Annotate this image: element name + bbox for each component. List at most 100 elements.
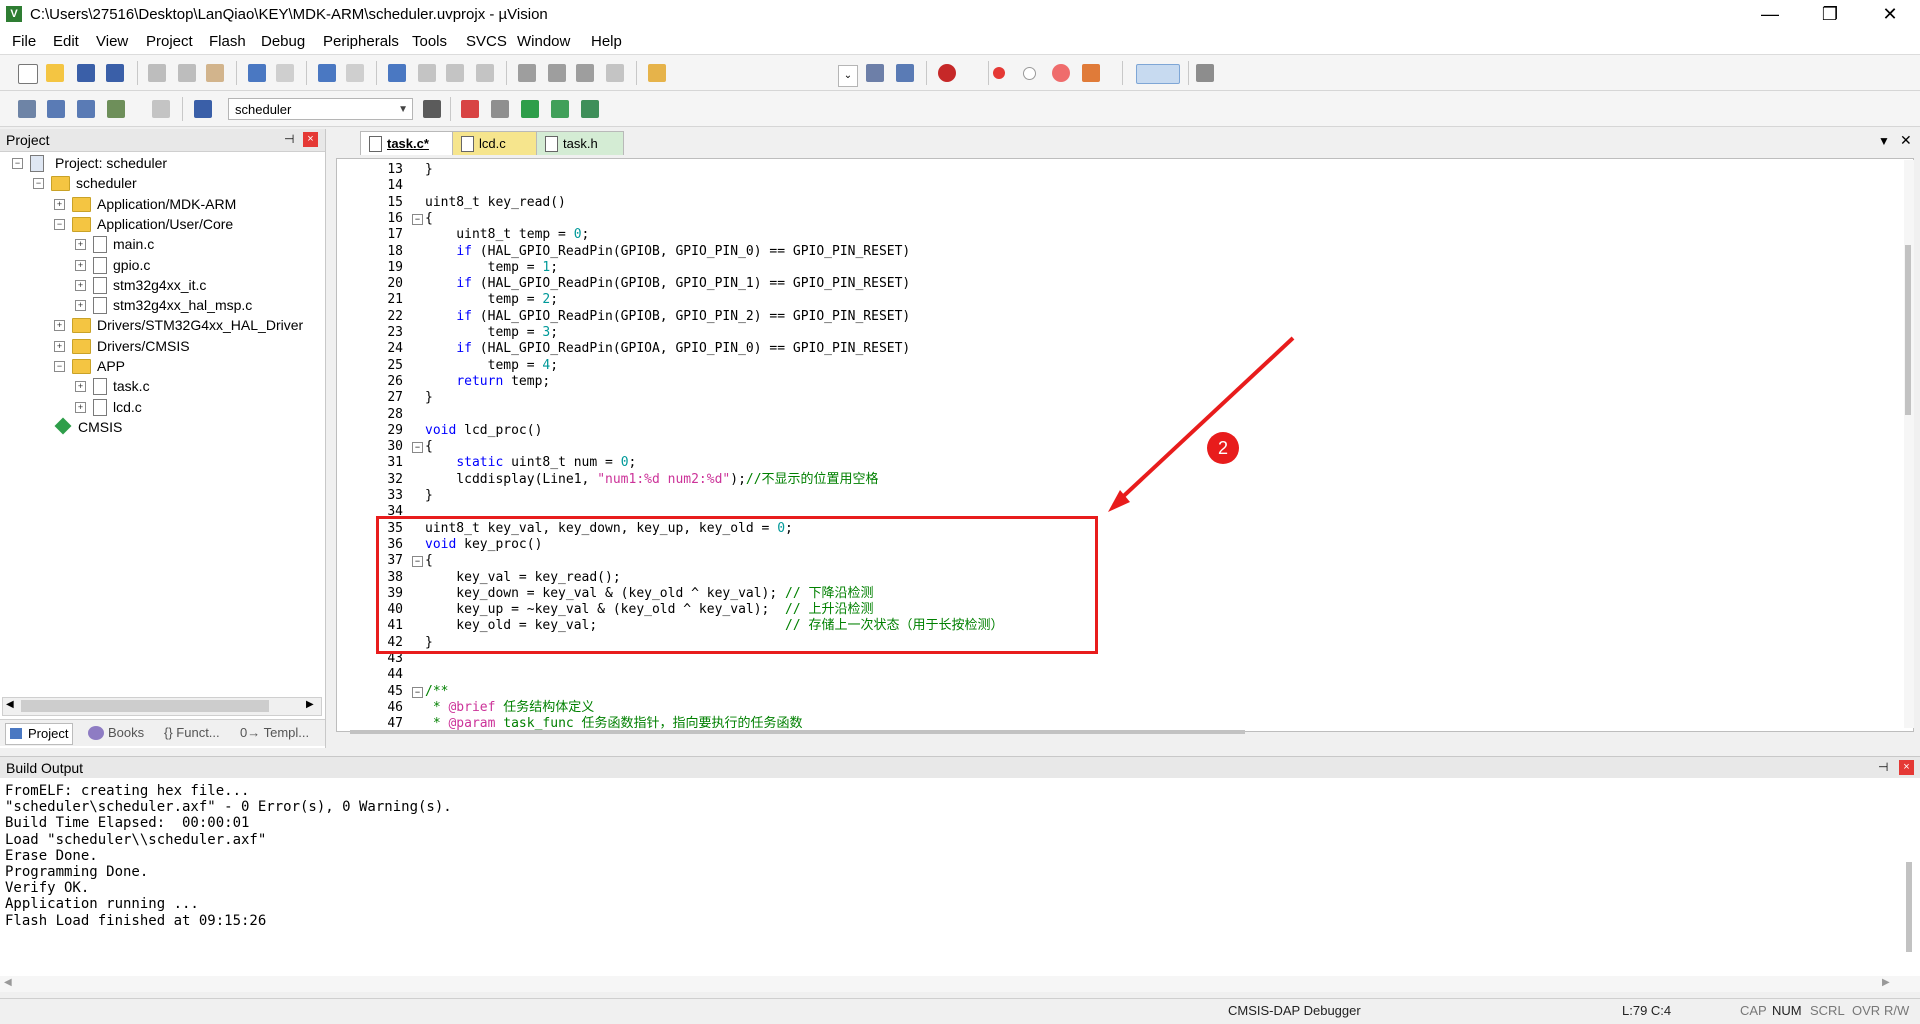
fold-toggle-icon[interactable]: − bbox=[412, 442, 423, 454]
expand-icon[interactable]: + bbox=[54, 198, 65, 210]
run-time-environment-icon[interactable] bbox=[581, 100, 599, 118]
scroll-right-icon[interactable]: ▶ bbox=[306, 699, 314, 710]
expand-icon[interactable]: + bbox=[75, 239, 86, 251]
close-panel-icon[interactable]: × bbox=[303, 132, 318, 147]
rebuild-icon[interactable] bbox=[77, 100, 95, 118]
load-download-icon[interactable] bbox=[194, 100, 212, 118]
expand-icon[interactable]: + bbox=[54, 320, 65, 332]
incremental-find-icon[interactable] bbox=[866, 64, 884, 82]
expand-icon[interactable]: + bbox=[75, 300, 86, 312]
save-all-icon[interactable] bbox=[106, 64, 124, 82]
cut-icon[interactable] bbox=[148, 64, 166, 82]
menu-flash[interactable]: Flash bbox=[209, 33, 246, 50]
tab-functions[interactable]: {} Funct... bbox=[164, 723, 220, 743]
expand-icon[interactable]: + bbox=[75, 401, 86, 413]
horizontal-scrollbar[interactable]: ◀ ▶ bbox=[2, 697, 322, 716]
scrollbar-thumb[interactable] bbox=[21, 700, 269, 712]
menu-svcs[interactable]: SVCS bbox=[466, 33, 507, 50]
undo-icon[interactable] bbox=[248, 64, 266, 82]
build-scrollbar-thumb[interactable] bbox=[1906, 862, 1912, 952]
menu-file[interactable]: File bbox=[12, 33, 36, 50]
translate-icon[interactable] bbox=[18, 100, 36, 118]
pin-icon[interactable]: ⊣ bbox=[284, 132, 294, 146]
fold-toggle-icon[interactable]: − bbox=[412, 686, 423, 698]
tab-lcd-c[interactable]: lcd.c bbox=[452, 131, 537, 155]
expand-icon[interactable]: + bbox=[75, 259, 86, 271]
paste-icon[interactable] bbox=[206, 64, 224, 82]
pin-icon[interactable]: ⊣ bbox=[1878, 760, 1888, 774]
fold-toggle-icon[interactable]: − bbox=[412, 213, 423, 225]
bookmark-icon[interactable] bbox=[388, 64, 406, 82]
pack-installer-icon[interactable] bbox=[551, 100, 569, 118]
close-panel-icon[interactable]: × bbox=[1899, 760, 1914, 775]
scroll-left-icon[interactable]: ◀ bbox=[6, 699, 14, 710]
collapse-icon[interactable]: − bbox=[54, 218, 65, 230]
indent-icon[interactable] bbox=[518, 64, 536, 82]
redo-icon[interactable] bbox=[276, 64, 294, 82]
open-file-icon[interactable] bbox=[46, 64, 64, 82]
tab-templates[interactable]: 0→ Templ... bbox=[240, 723, 309, 743]
disable-breakpoint-icon[interactable] bbox=[1023, 67, 1036, 80]
expand-icon[interactable]: + bbox=[75, 381, 86, 393]
comment-icon[interactable] bbox=[576, 64, 594, 82]
configure-icon[interactable] bbox=[1196, 64, 1214, 82]
tab-lcd-c-label: lcd.c bbox=[479, 136, 506, 151]
debug-session-icon[interactable] bbox=[896, 64, 914, 82]
collapse-icon[interactable]: − bbox=[33, 178, 44, 190]
tab-books[interactable]: Books bbox=[86, 723, 144, 743]
status-scrl: SCRL bbox=[1810, 1003, 1845, 1018]
navigate-back-icon[interactable] bbox=[318, 64, 336, 82]
tree-item-label: CMSIS bbox=[78, 418, 123, 435]
uncomment-icon[interactable] bbox=[606, 64, 624, 82]
maximize-button[interactable]: ❐ bbox=[1800, 0, 1860, 29]
copy-icon[interactable] bbox=[178, 64, 196, 82]
menu-project[interactable]: Project bbox=[146, 33, 193, 50]
clear-bookmarks-icon[interactable] bbox=[476, 64, 494, 82]
menu-help[interactable]: Help bbox=[591, 33, 622, 50]
expand-icon[interactable]: + bbox=[75, 279, 86, 291]
collapse-icon[interactable]: − bbox=[12, 158, 23, 169]
target-select[interactable]: scheduler ▼ bbox=[228, 98, 413, 120]
save-icon[interactable] bbox=[77, 64, 95, 82]
build-output-panel[interactable]: FromELF: creating hex file... "scheduler\… bbox=[0, 778, 1920, 978]
editor-scrollbar-thumb[interactable] bbox=[1905, 245, 1911, 415]
menu-peripherals[interactable]: Peripherals bbox=[323, 33, 399, 50]
menu-edit[interactable]: Edit bbox=[53, 33, 79, 50]
window-layout-icon[interactable] bbox=[1136, 64, 1180, 84]
menu-window[interactable]: Window bbox=[517, 33, 570, 50]
scroll-right-icon[interactable]: ▶ bbox=[1882, 977, 1890, 988]
minimize-button[interactable]: — bbox=[1740, 0, 1800, 29]
prev-bookmark-icon[interactable] bbox=[418, 64, 436, 82]
stop-build-icon[interactable] bbox=[152, 100, 170, 118]
start-debug-icon[interactable] bbox=[938, 64, 956, 82]
collapse-icon[interactable]: − bbox=[54, 361, 65, 372]
clear-breakpoints-icon[interactable] bbox=[1082, 64, 1100, 82]
expand-icon[interactable]: + bbox=[54, 340, 65, 352]
manage-components-icon[interactable] bbox=[461, 100, 479, 118]
tab-project[interactable]: Project bbox=[5, 723, 74, 745]
build-horizontal-scrollbar[interactable]: ◀ ▶ bbox=[0, 976, 1920, 992]
kill-breakpoints-icon[interactable] bbox=[1052, 64, 1070, 82]
batch-build-icon[interactable] bbox=[107, 100, 125, 118]
navigate-forward-icon[interactable] bbox=[346, 64, 364, 82]
options-for-target-icon[interactable] bbox=[423, 100, 441, 118]
find-in-files-icon[interactable] bbox=[648, 64, 666, 82]
menu-view[interactable]: View bbox=[96, 33, 128, 50]
code-line: temp = 1; bbox=[425, 259, 559, 275]
editor-horizontal-scrollbar-thumb[interactable] bbox=[350, 730, 1245, 734]
unindent-icon[interactable] bbox=[548, 64, 566, 82]
find-combo-dropdown[interactable]: ⌄ bbox=[838, 65, 858, 87]
close-editor-icon[interactable]: ✕ bbox=[1900, 132, 1912, 149]
tab-list-dropdown-icon[interactable]: ▼ bbox=[1878, 134, 1890, 148]
menu-debug[interactable]: Debug bbox=[261, 33, 305, 50]
new-file-icon[interactable] bbox=[18, 64, 38, 84]
select-packs-icon[interactable] bbox=[521, 100, 539, 118]
scroll-left-icon[interactable]: ◀ bbox=[4, 977, 12, 988]
breakpoint-icon[interactable] bbox=[993, 67, 1005, 79]
build-icon[interactable] bbox=[47, 100, 65, 118]
tab-task-h[interactable]: task.h bbox=[536, 131, 624, 155]
close-window-button[interactable]: ✕ bbox=[1860, 0, 1920, 29]
next-bookmark-icon[interactable] bbox=[446, 64, 464, 82]
menu-tools[interactable]: Tools bbox=[412, 33, 447, 50]
file-extensions-icon[interactable] bbox=[491, 100, 509, 118]
